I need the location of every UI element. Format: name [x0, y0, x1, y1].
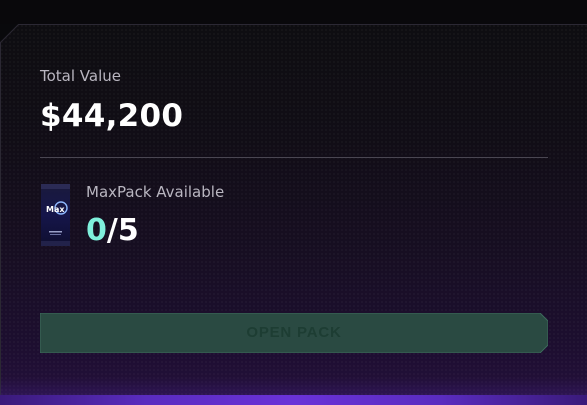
- top-strip: [0, 0, 587, 24]
- pack-current-count: 0: [86, 213, 107, 248]
- open-pack-button[interactable]: OPEN PACK: [40, 313, 548, 353]
- pack-thumbnail-text: Max: [46, 205, 65, 214]
- total-value-amount: $44,200: [40, 98, 184, 134]
- pack-count-separator: /: [106, 213, 118, 248]
- maxpack-thumbnail: Max: [41, 184, 70, 246]
- total-value-label: Total Value: [40, 67, 121, 85]
- page: Total Value $44,200 Max MaxPack Availabl…: [0, 0, 587, 405]
- divider: [40, 157, 548, 158]
- open-pack-button-label: OPEN PACK: [246, 324, 342, 341]
- pack-max-count: 5: [117, 213, 139, 248]
- bottom-glow-haze: [0, 377, 587, 395]
- bottom-glow-bar: [0, 395, 587, 405]
- pack-available-count: 0/5: [86, 212, 139, 250]
- pack-available-label: MaxPack Available: [86, 183, 225, 201]
